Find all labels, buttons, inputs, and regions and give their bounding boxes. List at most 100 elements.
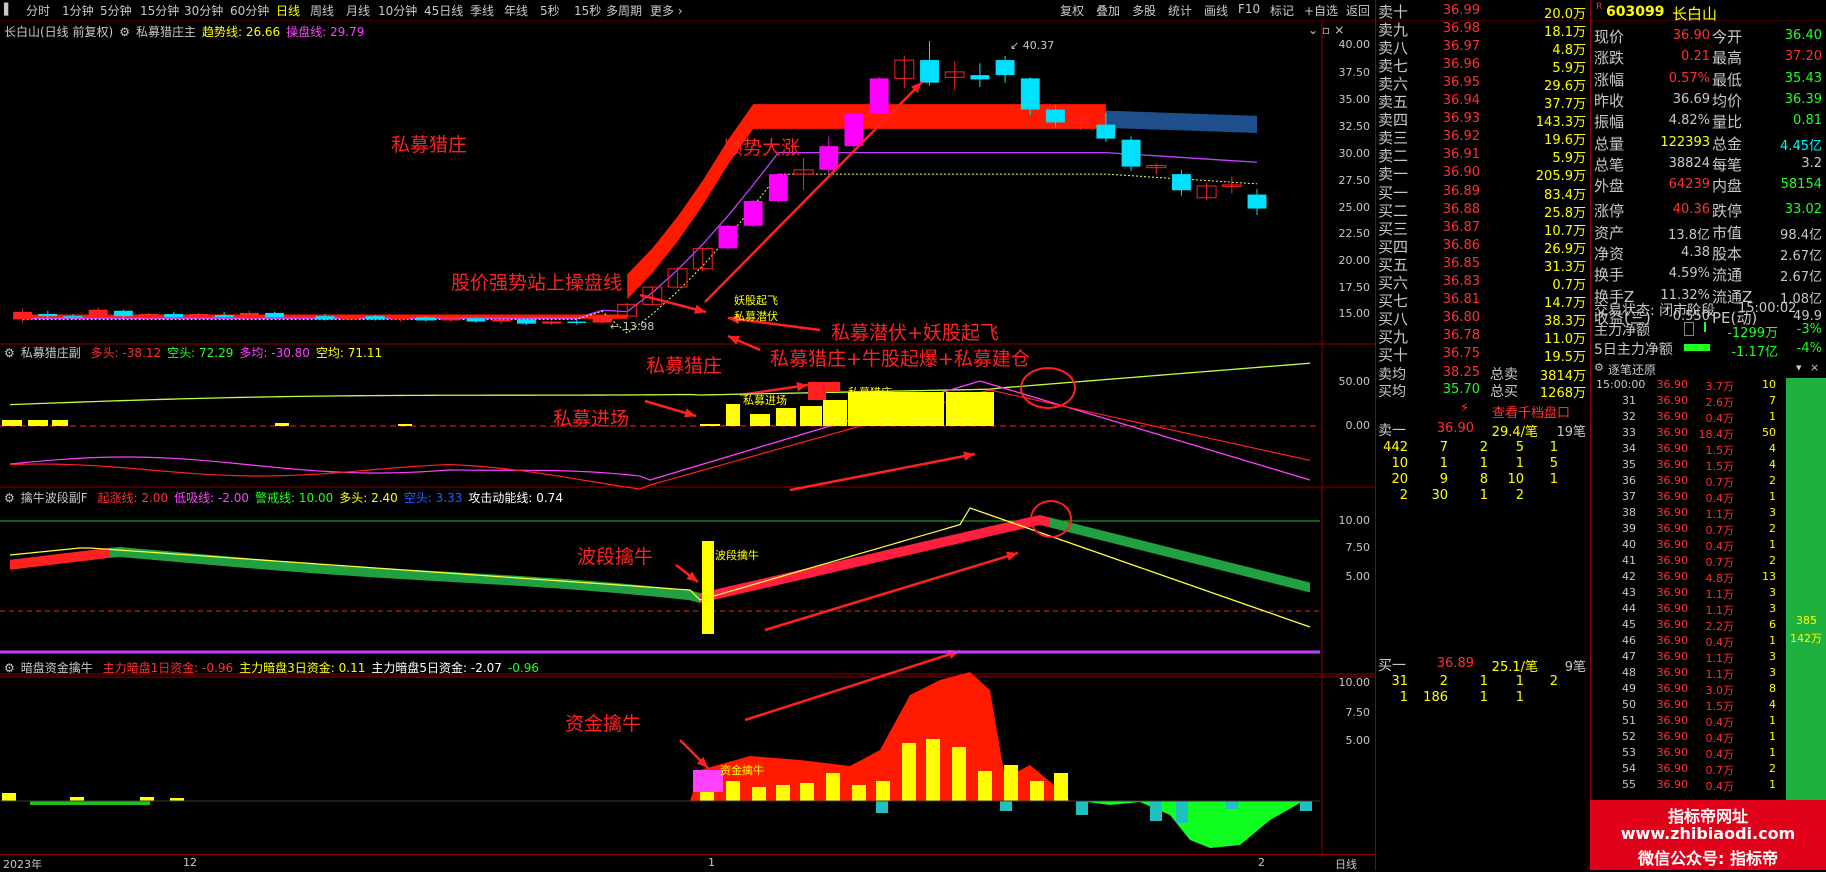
main-indicator-name[interactable]: 私募猎庄主 bbox=[136, 25, 196, 39]
tick-volume: 2.2万 bbox=[1705, 620, 1735, 633]
main-net5-value: -1.17亿 bbox=[1731, 345, 1778, 360]
bid-price[interactable]: 36.75 bbox=[1430, 346, 1480, 361]
bid-price[interactable]: 36.86 bbox=[1430, 238, 1480, 253]
tick-price: 36.90 bbox=[1656, 778, 1689, 791]
toolbar-btn-7[interactable]: +自选 bbox=[1304, 2, 1338, 19]
ask-price[interactable]: 36.98 bbox=[1430, 21, 1480, 36]
period-tab-14[interactable]: 15秒 bbox=[574, 2, 601, 19]
period-tab-5[interactable]: 60分钟 bbox=[230, 2, 269, 19]
period-tab-10[interactable]: 45日线 bbox=[424, 2, 463, 19]
kline-chart[interactable] bbox=[0, 21, 1375, 857]
tick-count: 3 bbox=[1769, 602, 1776, 615]
chevron-down-icon[interactable]: ▾ bbox=[1796, 361, 1802, 374]
ask1-per-order: 29.4/笔 bbox=[1491, 425, 1538, 440]
period-tab-0[interactable]: 分时 bbox=[26, 2, 50, 19]
toolbar-btn-1[interactable]: 叠加 bbox=[1096, 2, 1120, 19]
ask-price[interactable]: 36.99 bbox=[1430, 3, 1480, 18]
ask-price[interactable]: 36.93 bbox=[1430, 111, 1480, 126]
period-tab-13[interactable]: 5秒 bbox=[540, 2, 560, 19]
annotation-fund-bull: 资金擒牛 bbox=[565, 713, 642, 735]
full-depth-icon[interactable]: ⚡ bbox=[1460, 401, 1469, 416]
period-tab-2[interactable]: 5分钟 bbox=[100, 2, 132, 19]
settings-icon[interactable]: ⚙ bbox=[119, 25, 130, 39]
stat-value: 36.40 bbox=[1784, 28, 1822, 43]
settings-icon[interactable]: ⚙ bbox=[4, 346, 15, 360]
period-tab-7[interactable]: 周线 bbox=[310, 2, 334, 19]
crossover-circle-sub2 bbox=[1030, 500, 1072, 538]
period-tab-11[interactable]: 季线 bbox=[470, 2, 494, 19]
ask-volume: 4.8万 bbox=[1552, 43, 1586, 58]
toolbar-btn-3[interactable]: 统计 bbox=[1168, 2, 1192, 19]
close-icon[interactable]: × bbox=[1810, 361, 1819, 374]
ask-price[interactable]: 36.91 bbox=[1430, 147, 1480, 162]
period-tab-4[interactable]: 30分钟 bbox=[184, 2, 223, 19]
main-net-toggle[interactable] bbox=[1684, 322, 1694, 336]
bid-price[interactable]: 36.81 bbox=[1430, 292, 1480, 307]
ask-price[interactable]: 36.94 bbox=[1430, 93, 1480, 108]
settings-icon[interactable]: ⚙ bbox=[1594, 361, 1604, 374]
bid-queue-cell: 1 bbox=[1515, 674, 1524, 689]
annotation-sub1-enter: 私募进场 bbox=[553, 408, 630, 430]
tick-price: 36.90 bbox=[1656, 634, 1689, 647]
tick-time: 37 bbox=[1622, 490, 1636, 503]
bid-price[interactable]: 36.85 bbox=[1430, 256, 1480, 271]
period-tab-6[interactable]: 日线 bbox=[276, 2, 300, 19]
tick-count: 8 bbox=[1769, 682, 1776, 695]
sub1-name[interactable]: 私募猎庄副 bbox=[21, 346, 81, 360]
bid-queue-cell: 2 bbox=[1439, 674, 1448, 689]
settings-icon[interactable]: ⚙ bbox=[4, 491, 15, 505]
ask-price[interactable]: 36.90 bbox=[1430, 165, 1480, 180]
ask-price[interactable]: 36.95 bbox=[1430, 75, 1480, 90]
toolbar-menu-icon[interactable]: ▌ bbox=[4, 3, 12, 16]
sub1-bar bbox=[920, 392, 944, 426]
view-full-depth-link[interactable]: 查看千档盘口 bbox=[1492, 402, 1570, 421]
bid-price[interactable]: 36.88 bbox=[1430, 202, 1480, 217]
ask-price[interactable]: 36.97 bbox=[1430, 39, 1480, 54]
stat-value: 0.21 bbox=[1681, 49, 1710, 65]
candle-body bbox=[441, 318, 461, 321]
period-tab-12[interactable]: 年线 bbox=[504, 2, 528, 19]
panel-window-controls[interactable]: ⌄▫× bbox=[1308, 23, 1348, 37]
period-tab-1[interactable]: 1分钟 bbox=[62, 2, 94, 19]
period-tab-8[interactable]: 月线 bbox=[346, 2, 370, 19]
ask-price[interactable]: 36.92 bbox=[1430, 129, 1480, 144]
tick-volume: 18.4万 bbox=[1698, 428, 1735, 441]
bid-price[interactable]: 36.89 bbox=[1430, 184, 1480, 199]
period-tab-3[interactable]: 15分钟 bbox=[140, 2, 179, 19]
toolbar-btn-5[interactable]: F10 bbox=[1238, 2, 1260, 16]
toolbar-btn-8[interactable]: 返回 bbox=[1346, 2, 1370, 19]
candle-body bbox=[416, 317, 436, 321]
period-tab-16[interactable]: 更多 › bbox=[650, 2, 683, 19]
sub3-name[interactable]: 暗盘资金擒牛 bbox=[21, 661, 93, 675]
bid-price[interactable]: 36.78 bbox=[1430, 328, 1480, 343]
stat-value: 40.36 bbox=[1672, 202, 1710, 218]
tick-volume: 1.1万 bbox=[1705, 668, 1735, 681]
period-tab-15[interactable]: 多周期 bbox=[606, 2, 642, 19]
ask-price[interactable]: 36.96 bbox=[1430, 57, 1480, 72]
toolbar-btn-0[interactable]: 复权 bbox=[1060, 2, 1084, 19]
bid-price[interactable]: 36.83 bbox=[1430, 274, 1480, 289]
sub2-name[interactable]: 擒牛波段副F bbox=[21, 491, 88, 505]
bid-price[interactable]: 36.80 bbox=[1430, 310, 1480, 325]
stat-value: 35.43 bbox=[1784, 70, 1822, 86]
tick-count: 1 bbox=[1769, 634, 1776, 647]
stat-label: 每笔 bbox=[1712, 155, 1743, 174]
tick-price: 36.90 bbox=[1656, 426, 1689, 439]
arrow-sub2-trend bbox=[764, 551, 1019, 632]
ask-volume: 5.9万 bbox=[1552, 151, 1586, 166]
toolbar-btn-6[interactable]: 标记 bbox=[1270, 2, 1294, 19]
toolbar-btn-4[interactable]: 画线 bbox=[1204, 2, 1228, 19]
tick-volume: 0.7万 bbox=[1705, 556, 1735, 569]
tick-row: 38 36.90 1.1万 3 bbox=[1596, 506, 1781, 522]
stat-label: 流通 bbox=[1712, 266, 1743, 285]
toolbar-btn-2[interactable]: 多股 bbox=[1132, 2, 1156, 19]
sub3-value-3: -0.96 bbox=[507, 661, 539, 675]
tick-panel-title[interactable]: 逐笔还原 bbox=[1608, 361, 1656, 378]
bid-price[interactable]: 36.87 bbox=[1430, 220, 1480, 235]
stat-value: 4.59% bbox=[1668, 266, 1710, 282]
tick-volume: 1.5万 bbox=[1705, 460, 1735, 473]
period-tab-9[interactable]: 10分钟 bbox=[378, 2, 417, 19]
annotation-lurk-fly: 私募潜伏+妖股起飞 bbox=[831, 322, 999, 344]
settings-icon[interactable]: ⚙ bbox=[4, 661, 15, 675]
candle-body bbox=[970, 75, 990, 80]
